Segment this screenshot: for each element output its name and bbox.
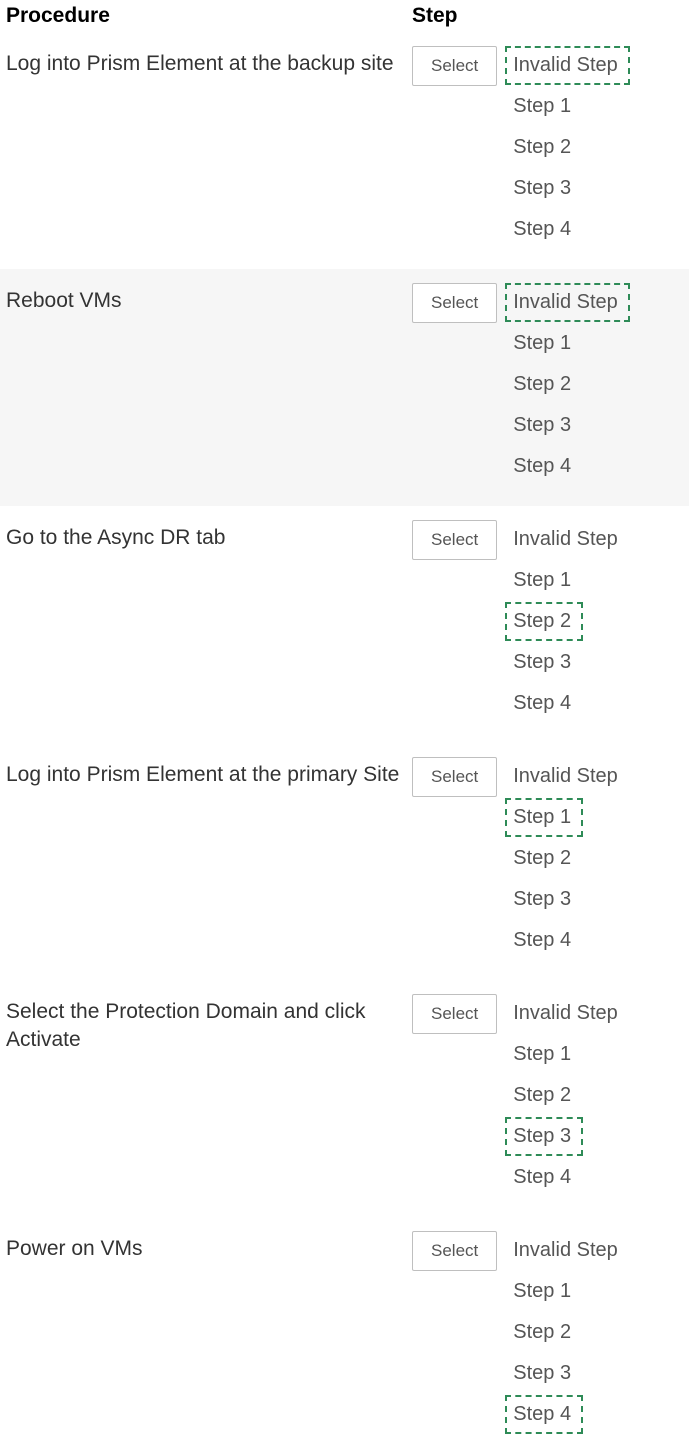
step-option[interactable]: Step 4 — [505, 1158, 583, 1197]
step-column: SelectInvalid StepStep 1Step 2Step 3Step… — [412, 990, 689, 1197]
step-option[interactable]: Step 1 — [505, 1272, 583, 1311]
step-option[interactable]: Invalid Step — [505, 520, 630, 559]
step-column: SelectInvalid StepStep 1Step 2Step 3Step… — [412, 516, 689, 723]
header-step: Step — [412, 4, 689, 28]
step-option[interactable]: Step 1 — [505, 798, 583, 837]
procedure-text: Reboot VMs — [4, 279, 412, 315]
procedure-text: Power on VMs — [4, 1227, 412, 1263]
step-option[interactable]: Step 3 — [505, 1354, 583, 1393]
step-option[interactable]: Invalid Step — [505, 46, 630, 85]
options-list: Invalid StepStep 1Step 2Step 3Step 4 — [505, 283, 630, 486]
step-option[interactable]: Step 1 — [505, 87, 583, 126]
step-option[interactable]: Step 3 — [505, 643, 583, 682]
step-option[interactable]: Step 1 — [505, 561, 583, 600]
step-column: SelectInvalid StepStep 1Step 2Step 3Step… — [412, 753, 689, 960]
header-row: Procedure Step — [0, 0, 689, 32]
table-row: Log into Prism Element at the primary Si… — [0, 743, 689, 980]
step-option[interactable]: Step 1 — [505, 324, 583, 363]
header-procedure: Procedure — [4, 4, 412, 28]
select-button[interactable]: Select — [412, 757, 497, 797]
table-row: Reboot VMsSelectInvalid StepStep 1Step 2… — [0, 269, 689, 506]
step-option[interactable]: Step 2 — [505, 1076, 583, 1115]
step-option[interactable]: Step 4 — [505, 1395, 583, 1434]
step-option[interactable]: Step 2 — [505, 128, 583, 167]
procedure-text: Go to the Async DR tab — [4, 516, 412, 552]
step-option[interactable]: Step 2 — [505, 602, 583, 641]
step-option[interactable]: Step 3 — [505, 880, 583, 919]
select-button[interactable]: Select — [412, 283, 497, 323]
step-option[interactable]: Step 4 — [505, 921, 583, 960]
step-option[interactable]: Step 1 — [505, 1035, 583, 1074]
step-option[interactable]: Step 2 — [505, 839, 583, 878]
step-column: SelectInvalid StepStep 1Step 2Step 3Step… — [412, 279, 689, 486]
step-option[interactable]: Invalid Step — [505, 994, 630, 1033]
step-option[interactable]: Step 4 — [505, 684, 583, 723]
step-option[interactable]: Step 4 — [505, 210, 583, 249]
step-option[interactable]: Invalid Step — [505, 757, 630, 796]
step-option[interactable]: Step 3 — [505, 1117, 583, 1156]
select-button[interactable]: Select — [412, 1231, 497, 1271]
procedure-text: Log into Prism Element at the primary Si… — [4, 753, 412, 789]
select-button[interactable]: Select — [412, 520, 497, 560]
step-option[interactable]: Step 2 — [505, 365, 583, 404]
matching-table: Procedure Step Log into Prism Element at… — [0, 0, 689, 1454]
table-row: Power on VMsSelectInvalid StepStep 1Step… — [0, 1217, 689, 1454]
options-list: Invalid StepStep 1Step 2Step 3Step 4 — [505, 994, 630, 1197]
table-row: Select the Protection Domain and click A… — [0, 980, 689, 1217]
step-option[interactable]: Step 3 — [505, 169, 583, 208]
options-list: Invalid StepStep 1Step 2Step 3Step 4 — [505, 46, 630, 249]
step-option[interactable]: Step 4 — [505, 447, 583, 486]
options-list: Invalid StepStep 1Step 2Step 3Step 4 — [505, 520, 630, 723]
options-list: Invalid StepStep 1Step 2Step 3Step 4 — [505, 1231, 630, 1434]
procedure-text: Select the Protection Domain and click A… — [4, 990, 412, 1055]
step-option[interactable]: Invalid Step — [505, 1231, 630, 1270]
select-button[interactable]: Select — [412, 994, 497, 1034]
table-row: Go to the Async DR tabSelectInvalid Step… — [0, 506, 689, 743]
step-column: SelectInvalid StepStep 1Step 2Step 3Step… — [412, 42, 689, 249]
step-option[interactable]: Invalid Step — [505, 283, 630, 322]
step-option[interactable]: Step 2 — [505, 1313, 583, 1352]
options-list: Invalid StepStep 1Step 2Step 3Step 4 — [505, 757, 630, 960]
select-button[interactable]: Select — [412, 46, 497, 86]
step-option[interactable]: Step 3 — [505, 406, 583, 445]
table-row: Log into Prism Element at the backup sit… — [0, 32, 689, 269]
procedure-text: Log into Prism Element at the backup sit… — [4, 42, 412, 78]
